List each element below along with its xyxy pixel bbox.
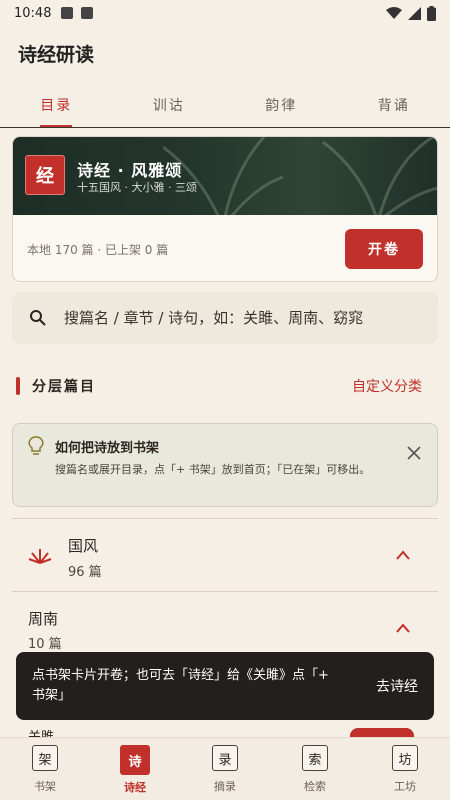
tab-recite[interactable]: 背诵 xyxy=(338,84,450,127)
tip-card: 如何把诗放到书架 搜篇名或展开目录，点「+ 书架」放到首页；「已在架」可移出。 xyxy=(12,423,438,507)
nav-search[interactable]: 索 检索 xyxy=(270,738,360,800)
nav-label: 诗经 xyxy=(124,781,146,794)
book-subtitle: 十五国风 · 大小雅 · 三颂 xyxy=(77,181,197,194)
gallery-notification-icon xyxy=(61,7,74,19)
signal-icon xyxy=(408,6,421,20)
search-icon xyxy=(30,310,46,326)
poetry-icon: 诗 xyxy=(120,745,150,775)
status-time: 10:48 xyxy=(14,5,52,21)
wifi-icon xyxy=(386,6,402,19)
lightbulb-icon xyxy=(28,436,44,455)
section-accent-bar xyxy=(16,377,20,395)
index-icon: 索 xyxy=(302,745,328,771)
section-title: 分层篇目 xyxy=(32,379,96,395)
close-icon[interactable] xyxy=(407,446,421,460)
nav-label: 书架 xyxy=(34,780,56,793)
tab-catalog[interactable]: 目录 xyxy=(0,84,113,127)
open-book-button[interactable]: 开卷 xyxy=(345,229,423,269)
nav-label: 摘录 xyxy=(214,780,236,793)
battery-icon xyxy=(427,5,436,21)
category-name: 国风 xyxy=(68,537,99,555)
section-header: 分层篇目 自定义分类 xyxy=(16,372,422,400)
grass-icon xyxy=(28,549,52,564)
book-seal: 经 xyxy=(25,155,65,195)
book-card[interactable]: 经 诗经 · 风雅颂 十五国风 · 大小雅 · 三颂 本地 170 篇 · 已上… xyxy=(12,136,438,282)
nav-label: 工坊 xyxy=(394,780,416,793)
book-card-footer: 本地 170 篇 · 已上架 0 篇 开卷 xyxy=(13,215,437,281)
book-title: 诗经 · 风雅颂 xyxy=(77,161,183,180)
category-count: 10 篇 xyxy=(28,637,62,652)
excerpt-icon: 录 xyxy=(212,745,238,771)
search-box[interactable] xyxy=(12,292,438,344)
nav-shijing[interactable]: 诗 诗经 xyxy=(90,738,180,800)
book-count-text: 本地 170 篇 · 已上架 0 篇 xyxy=(27,242,169,257)
snackbar: 点书架卡片开卷；也可去「诗经」给《关雎》点「+ 书架」 去诗经 xyxy=(16,652,434,720)
bookshelf-icon: 架 xyxy=(32,745,58,771)
search-input[interactable] xyxy=(64,309,404,327)
custom-category-link[interactable]: 自定义分类 xyxy=(352,376,422,396)
category-row-zhounan[interactable]: 周南 10 篇 xyxy=(12,592,438,652)
nav-workshop[interactable]: 坊 工坊 xyxy=(360,738,450,800)
top-tabs: 目录 训诂 韵律 背诵 xyxy=(0,84,450,128)
nav-label: 检索 xyxy=(304,780,326,793)
snackbar-action-button[interactable]: 去诗经 xyxy=(376,676,418,696)
category-row-guofeng[interactable]: 国风 96 篇 xyxy=(12,519,438,591)
bottom-nav: 架 书架 诗 诗经 录 摘录 索 检索 坊 工坊 xyxy=(0,737,450,800)
leaf-decoration-icon xyxy=(322,137,437,215)
workshop-icon: 坊 xyxy=(392,745,418,771)
tip-title: 如何把诗放到书架 xyxy=(55,441,160,456)
chevron-up-icon[interactable] xyxy=(396,623,410,633)
font-notification-icon xyxy=(81,7,94,19)
tab-rhythm[interactable]: 韵律 xyxy=(225,84,338,127)
chevron-up-icon[interactable] xyxy=(396,550,410,560)
snackbar-message: 点书架卡片开卷；也可去「诗经」给《关雎》点「+ 书架」 xyxy=(32,668,329,703)
status-bar: 10:48 xyxy=(0,0,450,26)
nav-excerpts[interactable]: 录 摘录 xyxy=(180,738,270,800)
tip-body: 搜篇名或展开目录，点「+ 书架」放到首页；「已在架」可移出。 xyxy=(55,463,371,476)
tab-exegesis[interactable]: 训诂 xyxy=(113,84,226,127)
nav-bookshelf[interactable]: 架 书架 xyxy=(0,738,90,800)
book-banner: 经 诗经 · 风雅颂 十五国风 · 大小雅 · 三颂 xyxy=(13,137,437,215)
app-title: 诗经研读 xyxy=(18,44,95,66)
category-name: 周南 xyxy=(28,610,59,628)
category-count: 96 篇 xyxy=(68,565,102,580)
